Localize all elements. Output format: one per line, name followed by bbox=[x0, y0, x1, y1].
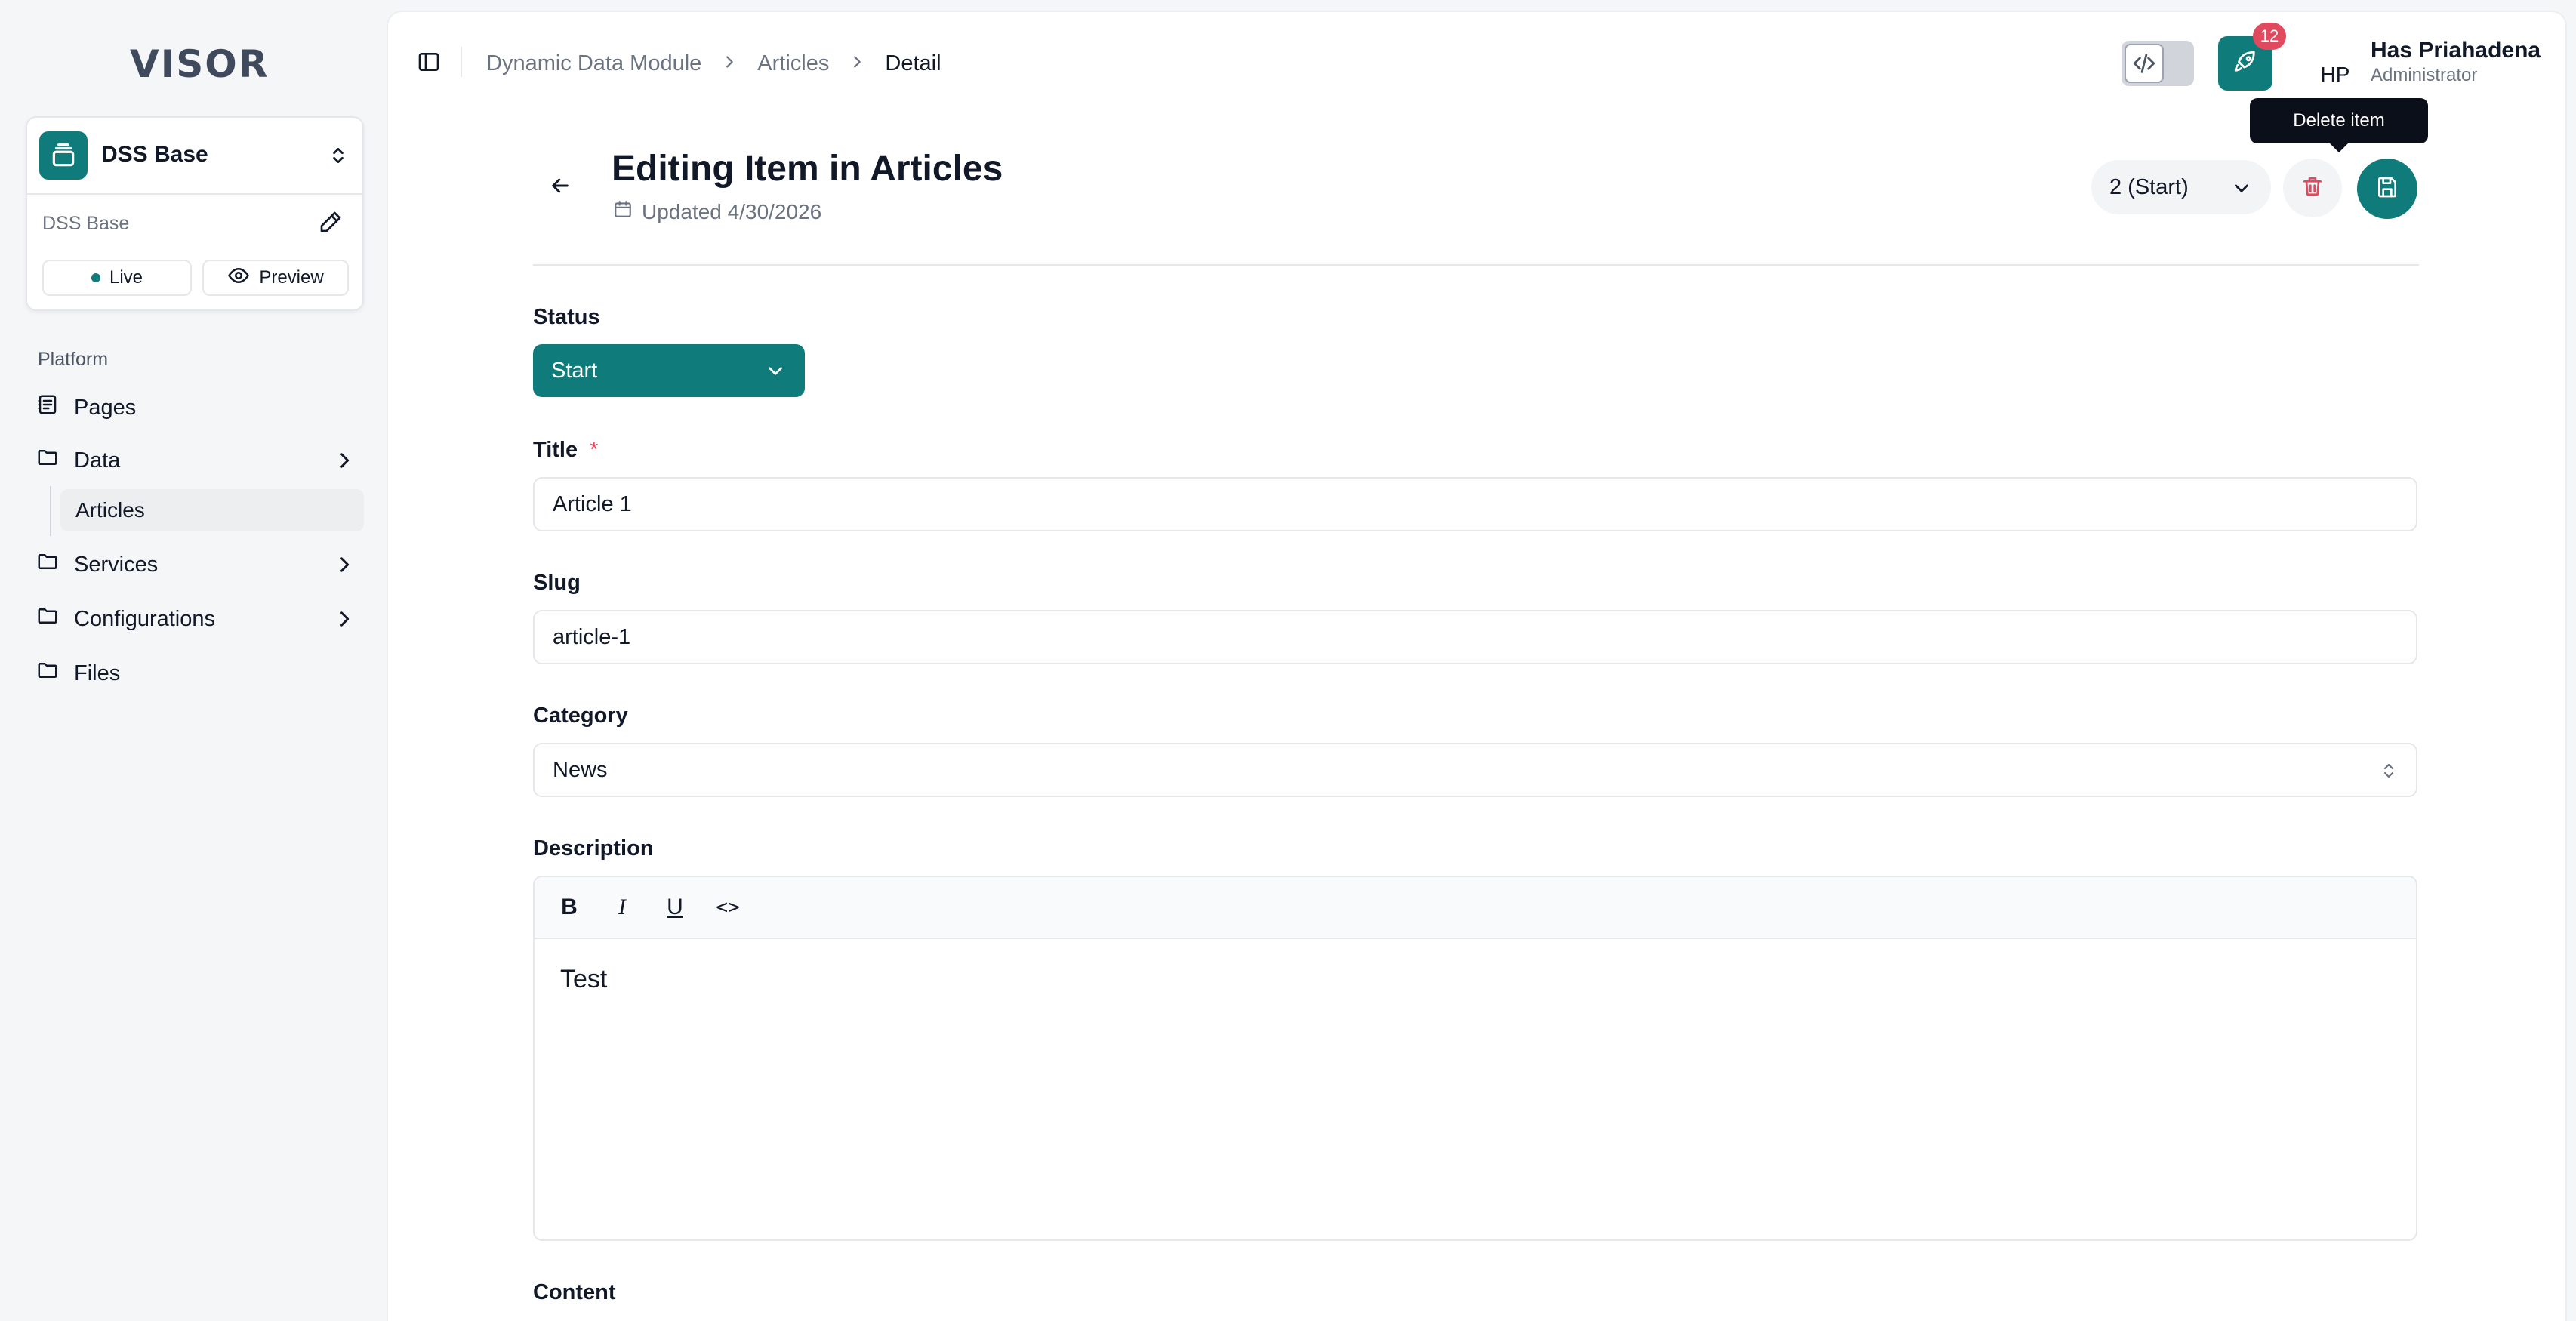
underline-icon[interactable]: U bbox=[658, 891, 692, 924]
sidebar-item-label: Pages bbox=[74, 395, 137, 420]
preview-label: Preview bbox=[259, 267, 324, 288]
title-value: Article 1 bbox=[553, 491, 632, 516]
version-value: 2 (Start) bbox=[2109, 174, 2189, 199]
code-icon[interactable]: <> bbox=[711, 891, 744, 924]
slug-input[interactable]: article-1 bbox=[533, 610, 2417, 664]
chevrons-up-down-icon[interactable] bbox=[325, 140, 352, 171]
breadcrumb-current: Detail bbox=[885, 51, 941, 75]
version-select[interactable]: 2 (Start) bbox=[2091, 160, 2271, 214]
project-subtitle: DSS Base bbox=[42, 213, 130, 234]
chevron-down-icon bbox=[2232, 178, 2251, 204]
editor-content[interactable]: Test bbox=[560, 965, 607, 994]
save-icon bbox=[2375, 175, 2399, 203]
breadcrumb-articles[interactable]: Articles bbox=[757, 51, 829, 76]
content-label: Content bbox=[533, 1280, 616, 1304]
title-label-text: Title bbox=[533, 438, 578, 462]
breadcrumb: Dynamic Data Module Articles Detail bbox=[486, 48, 941, 79]
topbar-divider bbox=[461, 47, 462, 77]
category-label: Category bbox=[533, 704, 628, 728]
sidebar-item-pages[interactable]: Pages bbox=[26, 385, 364, 430]
folder-icon bbox=[36, 605, 59, 633]
status-select[interactable]: Start bbox=[533, 344, 805, 397]
sidebar-item-label: Configurations bbox=[74, 606, 215, 631]
tree-guide-line bbox=[50, 486, 51, 536]
chevron-right-icon bbox=[849, 51, 865, 76]
code-view-toggle[interactable] bbox=[2122, 41, 2194, 86]
project-switcher[interactable]: DSS Base bbox=[27, 118, 362, 195]
chevron-down-icon bbox=[766, 361, 785, 386]
italic-icon[interactable]: I bbox=[605, 891, 639, 924]
category-value: News bbox=[553, 757, 608, 782]
chevron-right-icon bbox=[334, 450, 355, 477]
trash-icon bbox=[2300, 174, 2325, 202]
pages-icon bbox=[36, 393, 59, 422]
sidebar-item-configurations[interactable]: Configurations bbox=[26, 596, 364, 642]
description-editor[interactable]: B I U <> Test bbox=[533, 876, 2417, 1241]
sidebar: VISOR DSS Base DSS Base Live Preview Pla… bbox=[0, 0, 388, 1321]
chevron-right-icon bbox=[721, 51, 738, 76]
delete-tooltip: Delete item bbox=[2250, 98, 2428, 152]
sidebar-item-files[interactable]: Files bbox=[26, 651, 364, 696]
required-mark: * bbox=[590, 438, 599, 462]
eye-icon bbox=[227, 264, 250, 292]
category-select[interactable]: News bbox=[533, 743, 2417, 797]
updated-text: Updated 4/30/2026 bbox=[642, 199, 822, 223]
chevron-right-icon bbox=[334, 608, 355, 636]
topbar: Dynamic Data Module Articles Detail 12 H… bbox=[388, 12, 2565, 110]
sidebar-item-articles[interactable]: Articles bbox=[60, 489, 364, 531]
project-name: DSS Base bbox=[101, 142, 208, 167]
user-role: Administrator bbox=[2371, 65, 2478, 85]
back-arrow-icon[interactable] bbox=[544, 169, 577, 202]
live-dot-icon bbox=[91, 273, 100, 282]
chevron-right-icon bbox=[334, 554, 355, 581]
sidebar-section-platform: Platform bbox=[38, 349, 109, 370]
title-label: Title * bbox=[533, 438, 598, 463]
visor-logo: VISOR bbox=[130, 42, 270, 86]
code-icon bbox=[2125, 44, 2164, 83]
status-value: Start bbox=[551, 358, 598, 383]
slug-value: article-1 bbox=[553, 624, 631, 649]
user-name[interactable]: Has Priahadena bbox=[2371, 38, 2541, 63]
folder-icon bbox=[36, 550, 59, 579]
sidebar-item-data[interactable]: Data bbox=[26, 438, 364, 483]
bold-icon[interactable]: B bbox=[553, 891, 586, 924]
pencil-icon[interactable] bbox=[314, 205, 347, 239]
app-window: VISOR DSS Base DSS Base Live Preview Pla… bbox=[0, 0, 2576, 1321]
status-label: Status bbox=[533, 305, 600, 329]
rocket-icon bbox=[2232, 49, 2258, 79]
slug-label: Slug bbox=[533, 571, 581, 595]
chevrons-up-down-icon bbox=[2380, 758, 2398, 790]
sidebar-item-services[interactable]: Services bbox=[26, 542, 364, 587]
sidebar-item-label: Data bbox=[74, 448, 121, 473]
project-icon bbox=[39, 131, 88, 180]
title-input[interactable]: Article 1 bbox=[533, 477, 2417, 531]
sidebar-item-label: Services bbox=[74, 552, 159, 577]
notification-badge: 12 bbox=[2253, 23, 2286, 50]
description-label: Description bbox=[533, 836, 654, 861]
delete-button[interactable] bbox=[2283, 159, 2342, 217]
sidebar-item-label: Files bbox=[74, 660, 121, 685]
updated-info: Updated 4/30/2026 bbox=[613, 199, 821, 224]
editor-toolbar: B I U <> bbox=[535, 877, 2416, 939]
calendar-icon bbox=[613, 199, 633, 224]
project-card: DSS Base DSS Base Live Preview bbox=[26, 116, 364, 311]
live-label: Live bbox=[109, 267, 143, 288]
folder-icon bbox=[36, 659, 59, 688]
page-title: Editing Item in Articles bbox=[612, 149, 1003, 189]
header-divider bbox=[533, 264, 2419, 266]
folder-icon bbox=[36, 446, 59, 475]
preview-button[interactable]: Preview bbox=[202, 260, 349, 296]
breadcrumb-dynamic-data-module[interactable]: Dynamic Data Module bbox=[486, 51, 701, 76]
save-button[interactable] bbox=[2357, 159, 2417, 219]
avatar[interactable]: HP bbox=[2309, 48, 2362, 101]
live-button[interactable]: Live bbox=[42, 260, 192, 296]
sidebar-toggle-icon[interactable] bbox=[415, 48, 442, 75]
